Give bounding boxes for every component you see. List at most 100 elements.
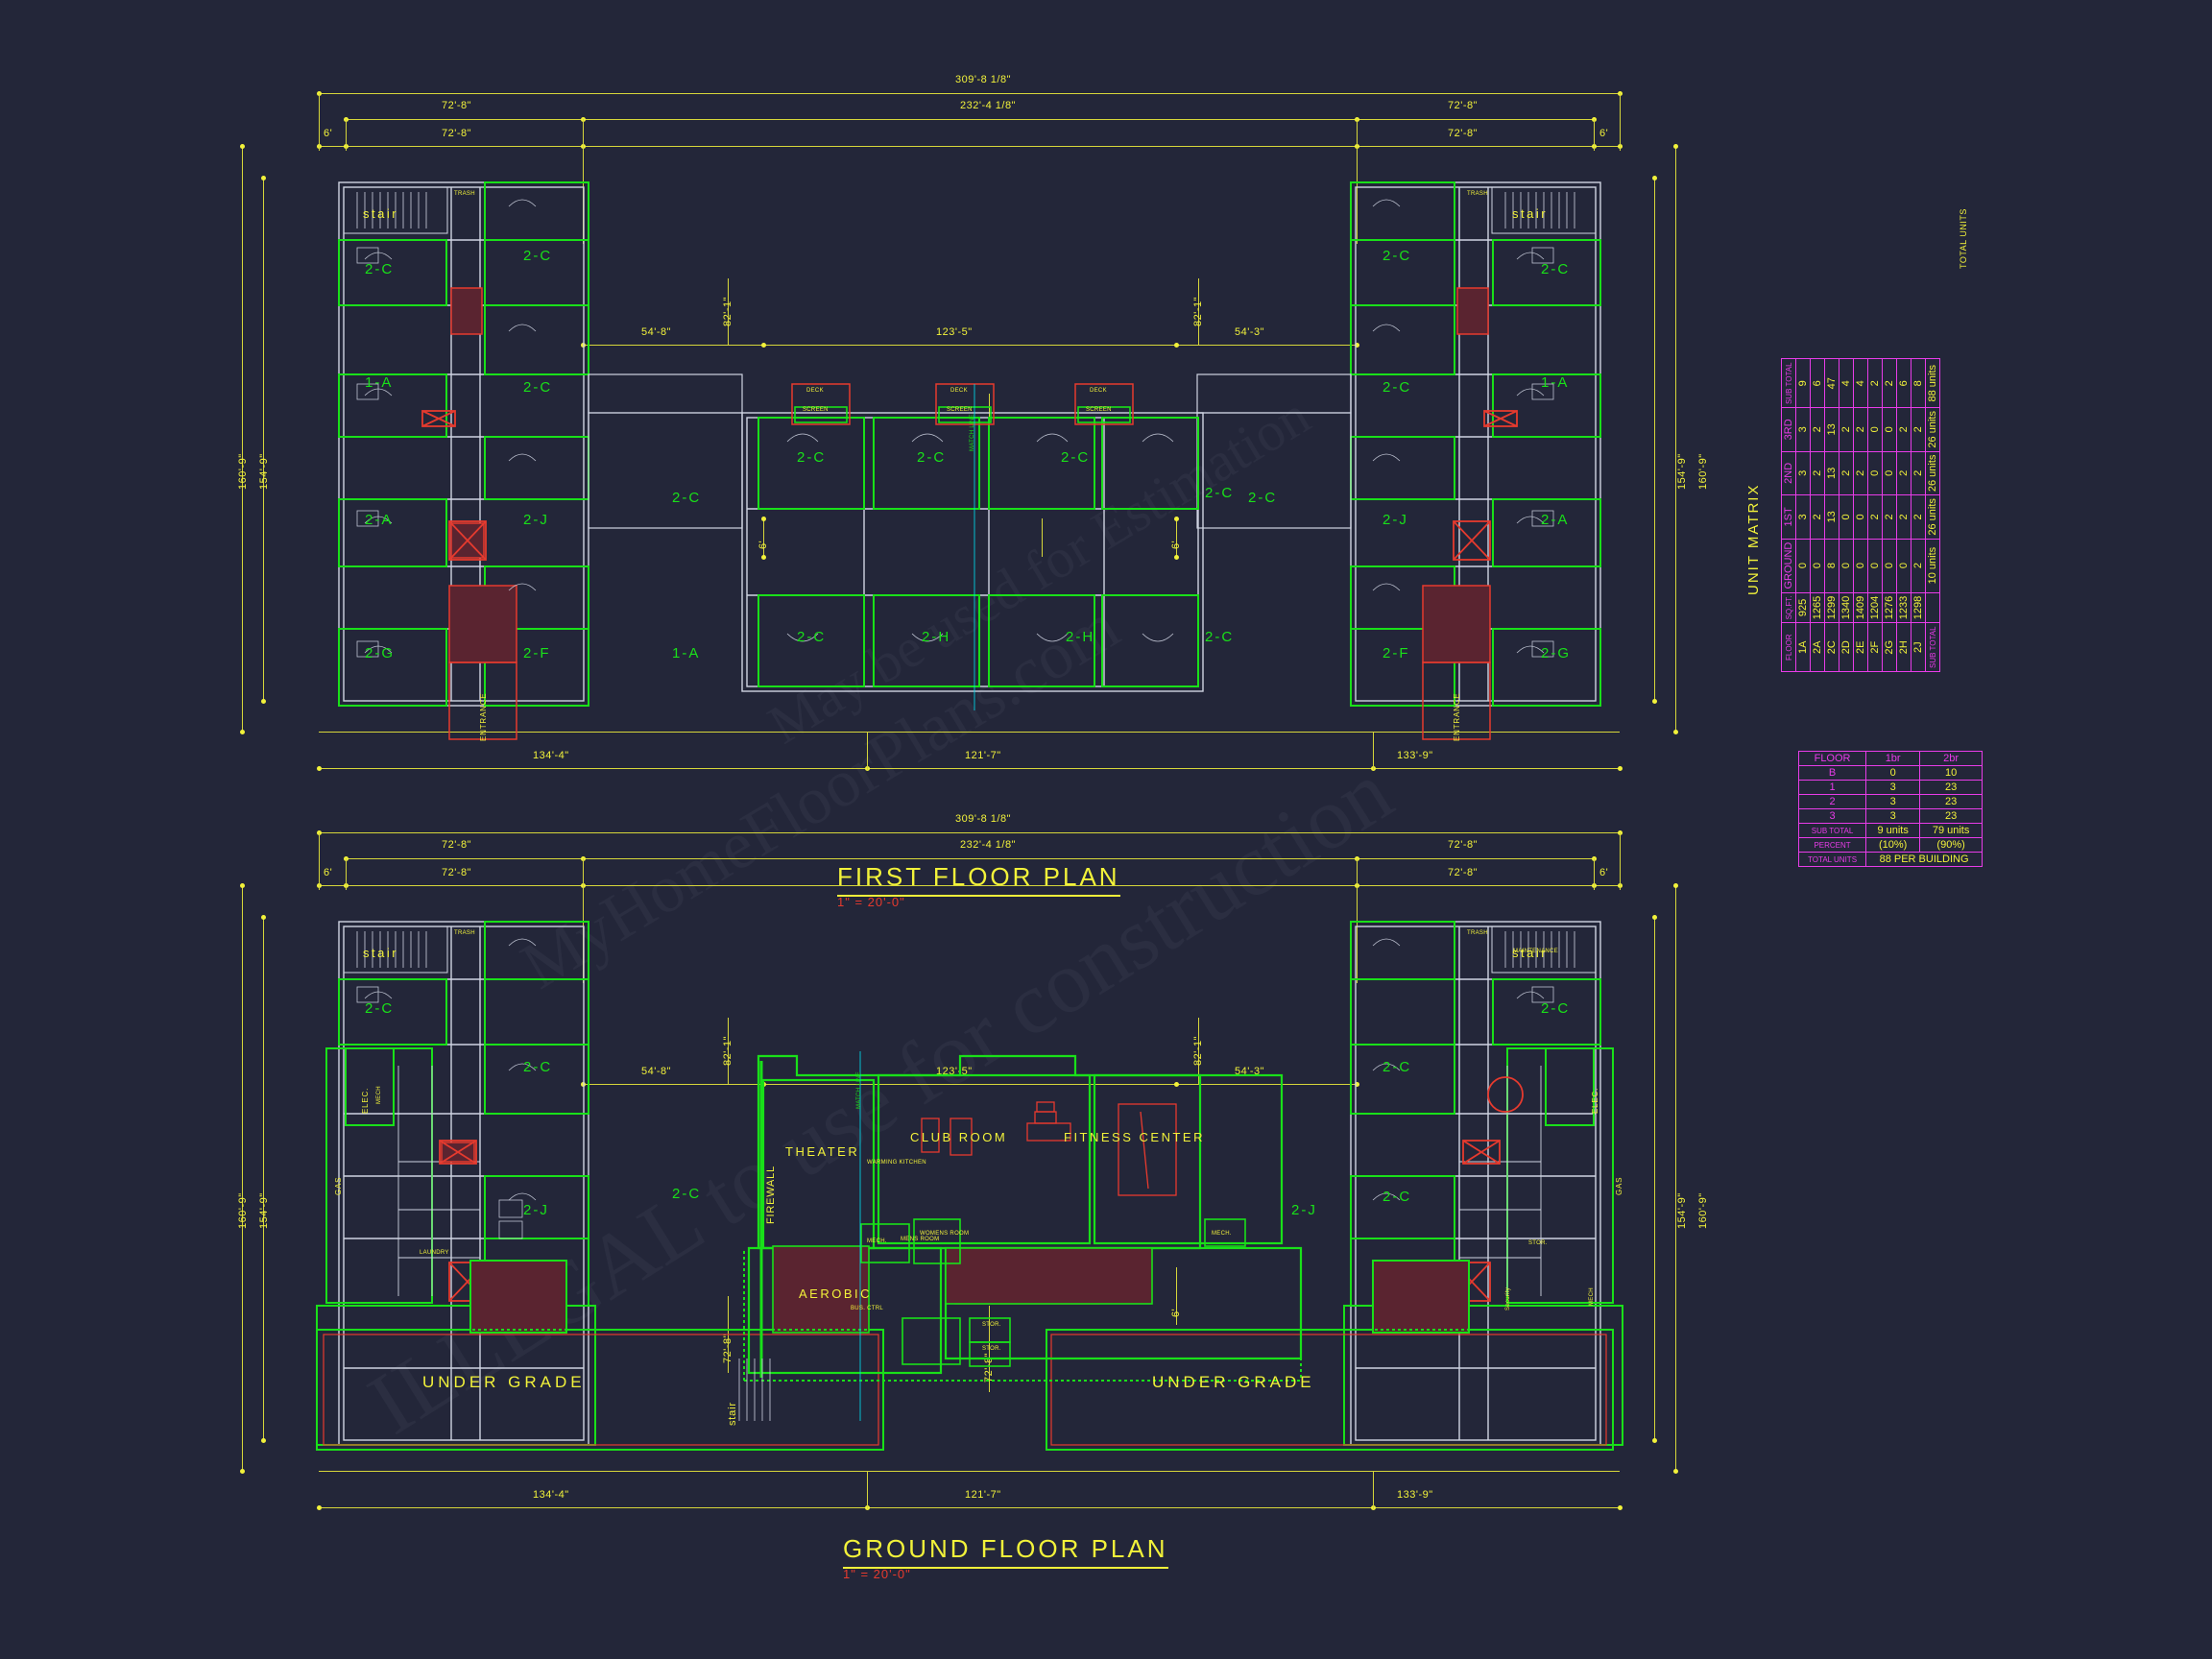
- mx-total-third: 26 units: [1925, 407, 1940, 452]
- mx-h-subtotal: SUB TOTAL: [1781, 358, 1796, 408]
- mx-sqft: 1233: [1896, 592, 1911, 623]
- unit-label: 2-C: [1382, 379, 1412, 396]
- mx-total-second: 26 units: [1925, 451, 1940, 495]
- room-label-trash-right: TRASH: [1467, 191, 1488, 197]
- mx-second: 3: [1795, 451, 1811, 495]
- unit-label: 2-C: [365, 261, 395, 277]
- mx-type: 2D: [1839, 622, 1854, 672]
- mx-subtotal: 4: [1839, 358, 1854, 408]
- mx-totals-blank: [1925, 592, 1940, 623]
- service-label-gas-right: GAS: [1615, 1176, 1623, 1195]
- mx-first: 2: [1810, 494, 1825, 540]
- unit-label: 2-C: [1205, 629, 1235, 645]
- amenity-label-club-room: CLUB ROOM: [910, 1130, 1008, 1144]
- unit-label: 2-C: [365, 1000, 395, 1017]
- unit-label: 2-C: [797, 449, 827, 466]
- service-label-gas-left: GAS: [334, 1176, 343, 1195]
- unit-label: 1-A: [672, 645, 701, 661]
- mx-third: 2: [1810, 407, 1825, 452]
- match-line-label-1: MATCH LINE: [970, 414, 975, 451]
- mx-h-2nd: 2ND: [1781, 451, 1796, 495]
- cad-sheet: ILLEGAL to use for construction May be u…: [0, 0, 2212, 1659]
- mx-first: 2: [1882, 494, 1897, 540]
- service-label-elec-right: ELEC.: [1591, 1087, 1599, 1114]
- table-row: 2E 1409 0 0 2 2 4: [1853, 358, 1868, 672]
- unit-label: 2-J: [1291, 1202, 1317, 1218]
- unit-label: 2-H: [1066, 629, 1095, 645]
- unit-label: 2-J: [523, 1202, 549, 1218]
- mx-third: 0: [1882, 407, 1897, 452]
- bm-percent-2br: (90%): [1919, 837, 1983, 853]
- mx-ground: 0: [1853, 539, 1868, 593]
- mx-subtotal: 4: [1853, 358, 1868, 408]
- table-row: 2 3 23: [1797, 794, 1983, 809]
- mx-type: 2C: [1824, 622, 1839, 672]
- bm-2br: 10: [1919, 765, 1983, 781]
- unit-label: 2-C: [1248, 490, 1278, 506]
- mx-total-grand: 88 units: [1925, 358, 1940, 408]
- mx-type: 2J: [1911, 622, 1926, 672]
- mx-ground: 0: [1810, 539, 1825, 593]
- amenity-label-fitness-center: FITNESS CENTER: [1064, 1130, 1205, 1144]
- unit-label: 1-A: [1541, 374, 1570, 391]
- unit-label: 2-C: [523, 248, 553, 264]
- unit-label: 2-A: [365, 512, 394, 528]
- table-row: 2A 1265 0 2 2 2 6: [1810, 358, 1825, 672]
- mx-ground: 0: [1839, 539, 1854, 593]
- table-row-subtotal: SUB TOTAL 9 units 79 units: [1797, 823, 1983, 838]
- table-row-totals: SUB TOTAL 10 units 26 units 26 units 26 …: [1925, 358, 1940, 672]
- mx-third: 13: [1824, 407, 1839, 452]
- table-row: 2C 1299 8 13 13 13 47: [1824, 358, 1839, 672]
- center-label-bus-ctrl: BUS. CTRL: [851, 1306, 884, 1311]
- bm-h-2br: 2br: [1919, 751, 1983, 766]
- mx-second: 2: [1911, 451, 1926, 495]
- bm-2br: 23: [1919, 808, 1983, 824]
- mx-sqft: 1340: [1839, 592, 1854, 623]
- mx-ground: 2: [1911, 539, 1926, 593]
- unit-label: 2-J: [523, 512, 549, 528]
- room-label-trash-left: TRASH: [454, 191, 475, 197]
- mx-sqft: 925: [1795, 592, 1811, 623]
- bm-floor: 2: [1797, 794, 1867, 809]
- unit-label: 2-C: [1541, 261, 1571, 277]
- unit-label: 2-C: [1382, 1059, 1412, 1075]
- room-label-entrance-left: ENTRANCE: [479, 692, 488, 741]
- ground-floor-geometry: [316, 921, 1623, 1451]
- ground-floor-plan: 309'-8 1/8" 232'-4 1/8" 72'-8" 72'-8" 6'…: [0, 787, 2212, 1632]
- unit-label: 2-H: [922, 629, 951, 645]
- bm-1br: 3: [1865, 794, 1921, 809]
- mx-second: 0: [1882, 451, 1897, 495]
- bm-2br: 23: [1919, 794, 1983, 809]
- undergrade-label-left: UNDER GRADE: [422, 1373, 586, 1391]
- table-row: 3 3 23: [1797, 808, 1983, 824]
- table-row-total: TOTAL UNITS 88 PER BUILDING: [1797, 852, 1983, 867]
- unit-matrix-title: UNIT MATRIX: [1745, 483, 1762, 595]
- mx-sqft: 1298: [1911, 592, 1926, 623]
- mx-type: 2G: [1882, 622, 1897, 672]
- center-label-mech-a: MECH.: [867, 1238, 887, 1244]
- room-label-deck-1: DECK: [806, 388, 824, 394]
- mx-first: 0: [1853, 494, 1868, 540]
- mx-ground: 0: [1882, 539, 1897, 593]
- ground-floor-plan-scale: 1" = 20'-0": [843, 1567, 911, 1581]
- mx-third: 2: [1911, 407, 1926, 452]
- room-label-screen-1: SCREEN: [803, 407, 829, 413]
- bm-h-floor: FLOOR: [1797, 751, 1867, 766]
- center-label-stor-a: STOR.: [982, 1322, 1001, 1328]
- mx-second: 2: [1839, 451, 1854, 495]
- mx-first: 13: [1824, 494, 1839, 540]
- mx-total-ground: 10 units: [1925, 539, 1940, 593]
- bm-percent-1br: (10%): [1865, 837, 1921, 853]
- ground-floor-plan-title: GROUND FLOOR PLAN: [843, 1534, 1168, 1569]
- mx-second: 2: [1896, 451, 1911, 495]
- bm-floor: 1: [1797, 780, 1867, 795]
- unit-label: 2-A: [1541, 512, 1570, 528]
- service-label-elec-left: ELEC.: [361, 1087, 370, 1114]
- table-row: 2H 1233 0 2 2 2 6: [1896, 358, 1911, 672]
- mx-total-first: 26 units: [1925, 494, 1940, 540]
- service-label-trash-left: TRASH: [454, 930, 475, 936]
- undergrade-label-right: UNDER GRADE: [1152, 1373, 1315, 1391]
- bm-total-label: TOTAL UNITS: [1797, 852, 1867, 867]
- mx-third: 0: [1867, 407, 1883, 452]
- bedroom-matrix-table: FLOOR 1br 2br B 0 10 1 3 23 2 3 23 3 3 2…: [1797, 751, 1983, 867]
